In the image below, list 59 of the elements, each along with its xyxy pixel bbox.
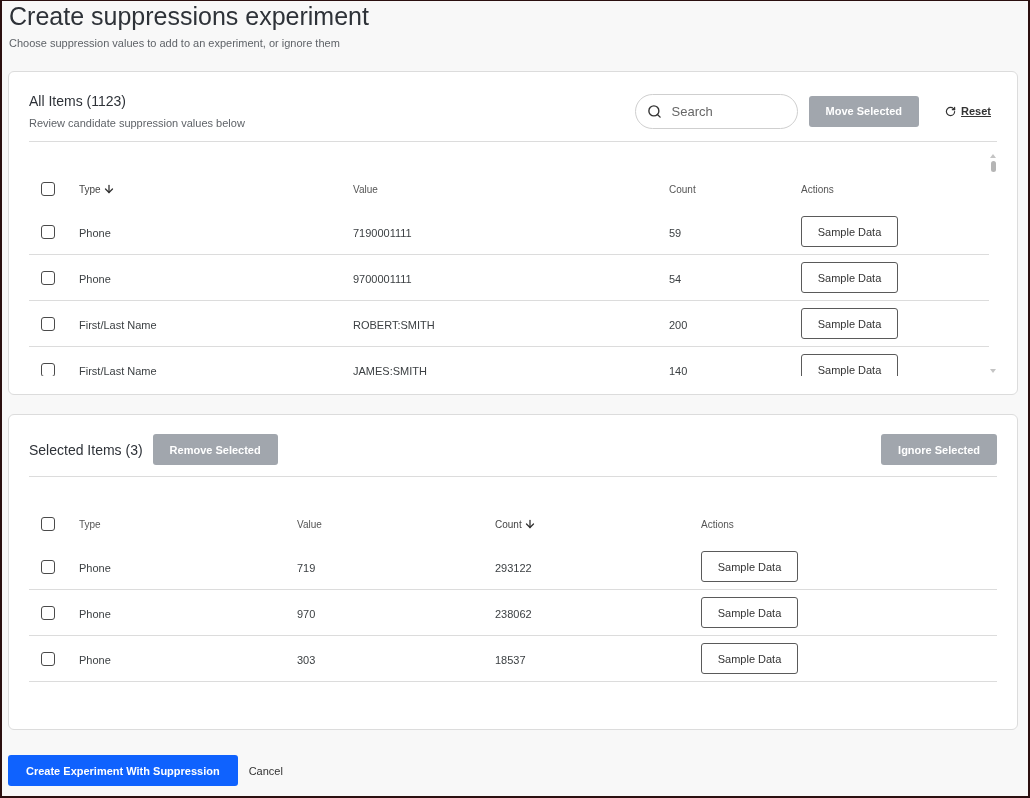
column-header[interactable]: Value [353,183,378,195]
page-title: Create suppressions experiment [8,1,369,31]
table-cell: 54 [669,272,682,285]
sort-down-arrow-icon [523,518,536,530]
column-header[interactable]: Count [669,183,696,195]
table-cell: 293122 [495,561,532,574]
checkbox[interactable] [41,316,55,331]
table-cell: 970 [297,607,316,620]
reset-link[interactable]: Reset [945,105,991,117]
table-cell: 200 [669,318,688,331]
table-cell: First/Last Name [79,318,157,331]
checkbox[interactable] [41,362,55,376]
sample-data-button[interactable]: Sample Data [701,597,798,628]
column-header[interactable]: Type [79,183,115,195]
sample-data-button[interactable]: Sample Data [701,643,798,674]
section-title: Selected Items (3) [29,440,143,459]
table-cell: 238062 [495,607,532,620]
sample-data-button[interactable]: Sample Data [801,216,898,247]
checkbox[interactable] [41,605,55,620]
reset-icon [945,105,957,117]
checkbox[interactable] [41,517,55,531]
table-cell: Phone [79,653,111,666]
scrollbar-thumb[interactable] [990,161,996,172]
checkbox[interactable] [41,182,55,196]
column-header[interactable]: Actions [801,183,834,195]
table-cell: ROBERT:SMITH [353,318,435,331]
table-cell: 59 [669,226,682,239]
search-field[interactable]: Search [634,93,798,129]
column-header[interactable]: Type [79,518,101,530]
checkbox[interactable] [41,651,55,666]
create-experiment-button[interactable]: Create Experiment With Suppression [8,755,238,786]
checkbox[interactable] [41,224,55,239]
section-subtitle: Review candidate suppression values below [29,116,245,130]
sample-data-button[interactable]: Sample Data [801,354,898,376]
sample-data-button[interactable]: Sample Data [801,262,898,293]
sample-data-button[interactable]: Sample Data [801,308,898,339]
table-cell: 303 [297,653,316,666]
table-cell: 7190001111 [353,226,412,239]
table-cell: JAMES:SMITH [353,364,427,376]
table-cell: 719 [297,561,316,574]
table-cell: Phone [79,607,111,620]
table-cell: 140 [669,364,688,376]
table-cell: First/Last Name [79,364,157,376]
cancel-link[interactable]: Cancel [248,764,283,777]
table-cell: Phone [79,272,111,285]
sample-data-button[interactable]: Sample Data [701,551,798,582]
column-header[interactable]: Actions [701,518,734,530]
checkbox[interactable] [41,559,55,574]
column-header[interactable]: Count [495,518,536,530]
search-icon [646,103,662,119]
table-cell: 18537 [495,653,526,666]
page-subtitle: Choose suppression values to add to an experiment, or ignore them [8,36,340,50]
column-header[interactable]: Value [297,518,322,530]
table-cell: Phone [79,561,111,574]
sort-down-arrow-icon [102,183,115,195]
section-title: All Items (1123) [29,92,126,110]
checkbox[interactable] [41,270,55,285]
table-cell: Phone [79,226,111,239]
table-cell: 9700001111 [353,272,412,285]
